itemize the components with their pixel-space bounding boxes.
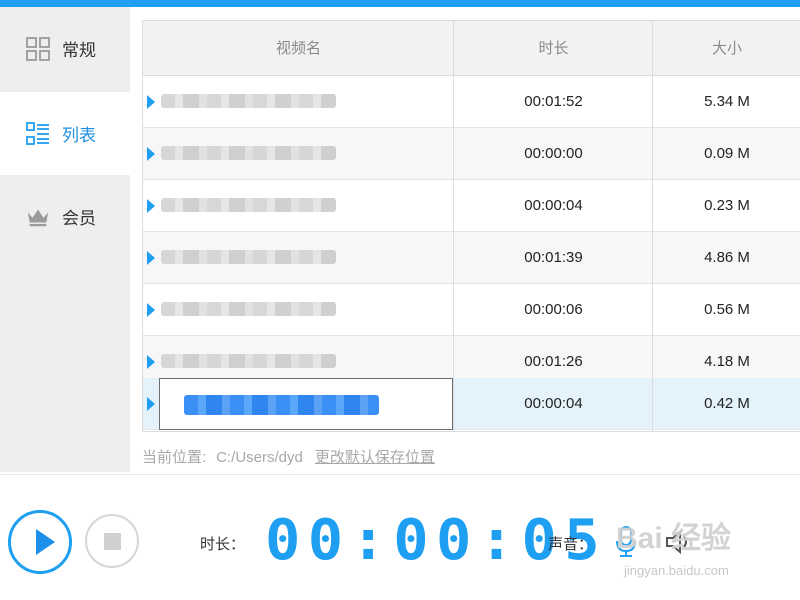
column-header-size[interactable]: 大小 [653,21,800,75]
play-button[interactable] [8,510,72,574]
change-location-link[interactable]: 更改默认保存位置 [315,449,435,466]
play-triangle-icon [147,355,155,369]
table-row[interactable]: 00:01:39 4.86 M [143,232,800,284]
blurred-filename [161,94,336,108]
stop-icon [104,533,121,550]
play-triangle-icon [147,303,155,317]
sidebar-item-label: 常规 [62,41,96,61]
play-triangle-icon [147,95,155,109]
cell-size: 4.86 M [704,249,750,266]
column-divider [453,21,454,431]
save-location: 当前位置: C:/Users/dyd 更改默认保存位置 [142,446,435,467]
sidebar: 常规 列表 会员 [0,7,130,472]
cell-size: 5.34 M [704,93,750,110]
cell-size: 0.56 M [704,301,750,318]
selected-filename-text [184,395,379,415]
sound-label: 声音： [548,536,594,553]
table-header: 视频名 时长 大小 [143,21,800,76]
table-row[interactable]: 00:00:04 0.23 M [143,180,800,232]
column-header-duration[interactable]: 时长 [454,21,653,75]
table-row[interactable]: 00:01:52 5.34 M [143,76,800,128]
play-triangle-icon [147,397,155,411]
watermark-logo: Bai 经验 [616,522,732,555]
cell-size: 0.42 M [704,395,750,412]
cell-duration: 00:00:04 [524,395,583,412]
top-accent-bar [0,0,800,7]
table-row[interactable]: 00:00:06 0.56 M [143,284,800,336]
sidebar-item-label: 列表 [62,126,96,146]
location-label: 当前位置: [142,449,207,466]
list-icon [26,121,50,146]
play-triangle-icon [147,251,155,265]
table-row[interactable]: 00:00:00 0.09 M [143,128,800,180]
crown-icon [26,205,50,229]
watermark-url: jingyan.baidu.com [624,563,729,578]
blurred-filename [161,250,336,264]
cell-duration: 00:00:00 [524,145,583,162]
blurred-filename [161,146,336,160]
play-triangle-icon [147,147,155,161]
cell-duration: 00:00:04 [524,197,583,214]
blurred-filename [161,302,336,316]
column-divider [652,21,653,431]
play-icon [36,529,55,555]
duration-label: 时长： [200,536,246,553]
cell-size: 0.23 M [704,197,750,214]
location-path: C:/Users/dyd [216,449,303,466]
table-row-selected[interactable]: 00:00:04 0.42 M [143,378,800,430]
sidebar-item-general[interactable]: 常规 [0,7,130,90]
stop-button[interactable] [85,514,139,568]
cell-size: 0.09 M [704,145,750,162]
play-triangle-icon [147,199,155,213]
grid-icon [26,36,50,61]
video-table: 视频名 时长 大小 00:01:52 5.34 M 00:00:00 0.09 … [142,20,800,432]
blurred-filename [161,354,336,368]
cell-duration: 00:00:06 [524,301,583,318]
sidebar-item-list[interactable]: 列表 [0,92,130,175]
cell-duration: 00:01:39 [524,249,583,266]
cell-duration: 00:01:52 [524,93,583,110]
rename-input[interactable] [159,378,453,430]
blurred-filename [161,198,336,212]
player-bar: 时长： 00:00:05 声音： Bai 经验 jingyan.baidu.co… [0,474,800,600]
sidebar-item-label: 会员 [62,209,96,229]
column-header-name[interactable]: 视频名 [143,21,454,75]
baidu-watermark: Bai 经验 jingyan.baidu.com [616,511,800,591]
sidebar-item-member[interactable]: 会员 [0,175,130,258]
timer-display: 00:00:05 [265,503,600,578]
